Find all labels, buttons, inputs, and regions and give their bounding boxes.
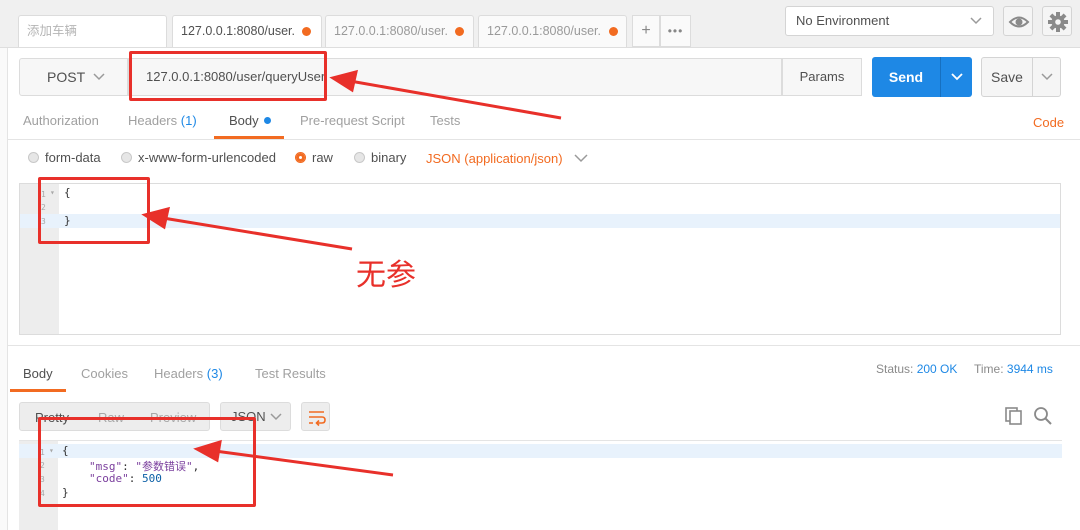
response-time: Time: 3944 ms: [974, 362, 1053, 376]
radio-raw[interactable]: raw: [295, 150, 333, 165]
sidebar-edge: [0, 48, 8, 530]
request-tab-label: 127.0.0.1:8080/user.: [181, 24, 295, 38]
method-label: POST: [47, 69, 86, 85]
request-tab-label: 127.0.0.1:8080/user.: [487, 24, 601, 38]
save-button[interactable]: Save: [981, 57, 1061, 97]
unsaved-dot-icon: [302, 27, 311, 36]
plus-icon: +: [641, 22, 651, 39]
time-value: 3944 ms: [1006, 362, 1053, 376]
wrap-lines-icon: [309, 411, 326, 427]
radio-label: form-data: [45, 150, 101, 165]
radio-icon: [354, 152, 365, 163]
tab-headers[interactable]: Headers (1): [128, 113, 197, 128]
params-button[interactable]: Params: [782, 58, 862, 96]
add-tab-button[interactable]: +: [632, 15, 660, 47]
chevron-down-icon: [92, 59, 106, 108]
radio-icon: [28, 152, 39, 163]
more-tabs-button[interactable]: •••: [660, 15, 691, 47]
search-button[interactable]: [1033, 406, 1053, 429]
radio-label: binary: [371, 150, 407, 165]
more-horizontal-icon: •••: [667, 24, 684, 38]
radio-label: raw: [312, 150, 333, 165]
status-label: Status:: [876, 362, 914, 376]
annotation-label: 无参: [356, 258, 416, 293]
save-label: Save: [991, 69, 1023, 85]
request-tab-1[interactable]: 127.0.0.1:8080/user.: [172, 15, 322, 47]
request-body-editor[interactable]: 1 ▾ 2 3 { }: [19, 183, 1061, 335]
environment-select[interactable]: No Environment: [785, 6, 994, 36]
content-type-select[interactable]: JSON (application/json): [426, 151, 588, 166]
divider: [8, 139, 1080, 140]
tab-tests[interactable]: Tests: [430, 113, 460, 128]
active-line-highlight: [20, 214, 1060, 228]
tab-bar: 添加车辆 127.0.0.1:8080/user. 127.0.0.1:8080…: [0, 0, 1080, 48]
response-status: Status: 200 OK: [876, 362, 957, 376]
tab-headers-label: Headers: [128, 113, 178, 128]
unsaved-dot-icon: [609, 27, 618, 36]
annotation-box-response-body: [38, 417, 256, 507]
tab-authorization[interactable]: Authorization: [23, 113, 99, 128]
response-tab-headers[interactable]: Headers (3): [154, 366, 223, 381]
manage-environments-button[interactable]: [1042, 6, 1072, 36]
radio-label: x-www-form-urlencoded: [138, 150, 276, 165]
radio-selected-icon: [295, 152, 306, 163]
active-tab-indicator: [10, 389, 66, 392]
annotation-box-url: [129, 51, 327, 101]
copy-icon: [1005, 407, 1022, 425]
response-tab-test-results[interactable]: Test Results: [255, 366, 326, 381]
new-tab-placeholder: 添加车辆: [27, 24, 78, 38]
headers-count: (1): [180, 113, 197, 128]
chevron-down-icon: [574, 151, 588, 166]
status-value: 200 OK: [916, 362, 958, 376]
tab-body[interactable]: Body: [229, 113, 271, 128]
search-icon: [1034, 407, 1052, 425]
code-link[interactable]: Code: [1033, 115, 1064, 130]
radio-urlencoded[interactable]: x-www-form-urlencoded: [121, 150, 276, 165]
response-tab-body[interactable]: Body: [23, 366, 53, 381]
tab-pre-request-script[interactable]: Pre-request Script: [300, 113, 405, 128]
time-label: Time:: [974, 362, 1004, 376]
save-options-chevron-icon[interactable]: [1033, 58, 1061, 111]
send-label: Send: [888, 69, 924, 85]
environment-quick-look-button[interactable]: [1003, 6, 1033, 36]
request-tab-2[interactable]: 127.0.0.1:8080/user.: [325, 15, 474, 47]
send-options-chevron-icon[interactable]: [941, 57, 972, 113]
response-tab-headers-label: Headers: [154, 366, 204, 381]
chevron-down-icon: [269, 403, 283, 439]
new-tab-input[interactable]: 添加车辆: [18, 15, 167, 47]
radio-binary[interactable]: binary: [354, 150, 406, 165]
radio-form-data[interactable]: form-data: [28, 150, 101, 165]
eye-icon: [1008, 16, 1030, 28]
content-type-label: JSON (application/json): [426, 151, 563, 166]
gear-icon: [1048, 12, 1068, 32]
wrap-lines-button[interactable]: [301, 402, 330, 431]
divider: [8, 345, 1080, 346]
response-tab-cookies[interactable]: Cookies: [81, 366, 128, 381]
radio-icon: [121, 152, 132, 163]
copy-button[interactable]: [1004, 406, 1024, 429]
method-select[interactable]: POST: [19, 58, 128, 96]
unsaved-dot-icon: [455, 27, 464, 36]
response-headers-count: (3): [206, 366, 223, 381]
body-modified-dot-icon: [263, 117, 271, 124]
request-tab-label: 127.0.0.1:8080/user.: [334, 24, 448, 38]
request-tab-3[interactable]: 127.0.0.1:8080/user.: [478, 15, 627, 47]
chevron-down-icon: [969, 7, 983, 45]
environment-selected: No Environment: [796, 13, 890, 28]
annotation-box-request-body: [38, 177, 150, 244]
tab-body-label: Body: [229, 113, 259, 128]
send-button[interactable]: Send: [872, 57, 972, 97]
